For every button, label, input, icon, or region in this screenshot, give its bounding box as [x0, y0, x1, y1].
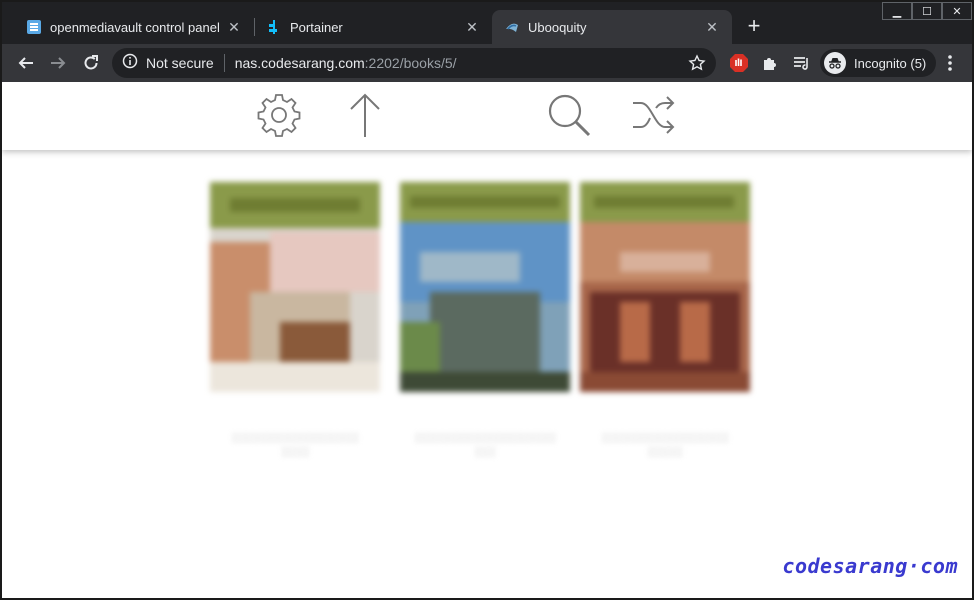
book-cover[interactable] — [400, 182, 570, 392]
book-caption: ░░░░░░░░░░░░░░░░░░░░ ░░░ — [414, 433, 556, 458]
book-item[interactable]: ░░░░░░░░░░░░░░░░░░ ░░░░░ — [580, 182, 750, 460]
address-bar[interactable]: Not secure nas.codesarang.com:2202/books… — [112, 48, 716, 78]
maximize-icon[interactable]: ☐ — [912, 2, 942, 20]
forward-arrow-icon[interactable] — [46, 51, 70, 75]
tab-title: openmediavault control panel - — [50, 19, 220, 35]
book-caption: ░░░░░░░░░░░░░░░░░░ ░░░░ — [231, 433, 359, 458]
page-content: ░░░░░░░░░░░░░░░░░░ ░░░░ ░░░░░░░░░░░░░░░░… — [2, 82, 972, 598]
tab-title: Portainer — [290, 19, 343, 35]
settings-gear-icon[interactable] — [254, 90, 304, 140]
new-tab-button[interactable]: + — [742, 15, 766, 39]
tab-strip: openmediavault control panel - ✕ Portain… — [2, 2, 972, 44]
tab-title: Ubooquity — [528, 19, 587, 35]
app-header — [2, 82, 972, 150]
up-arrow-icon[interactable] — [340, 90, 390, 140]
close-tab-icon[interactable]: ✕ — [704, 19, 720, 35]
shuffle-icon[interactable] — [628, 90, 678, 140]
window-controls: ▁ ☐ ✕ — [882, 2, 972, 20]
book-caption: ░░░░░░░░░░░░░░░░░░ ░░░░░ — [601, 433, 729, 458]
info-icon[interactable] — [122, 53, 138, 74]
media-queue-icon[interactable] — [790, 51, 814, 75]
incognito-profile-button[interactable]: Incognito (5) — [820, 49, 937, 77]
tab-openmediavault[interactable]: openmediavault control panel - ✕ — [14, 10, 254, 44]
incognito-icon — [824, 52, 846, 74]
minimize-icon[interactable]: ▁ — [882, 2, 912, 20]
url-path: :2202/books/5/ — [364, 55, 457, 71]
portainer-icon — [266, 19, 282, 35]
close-tab-icon[interactable]: ✕ — [226, 19, 242, 35]
search-icon[interactable] — [544, 90, 594, 140]
back-arrow-icon[interactable] — [14, 51, 38, 75]
ubooquity-icon — [504, 19, 520, 35]
omv-icon — [26, 19, 42, 35]
menu-kebab-icon[interactable] — [938, 51, 962, 75]
browser-toolbar: Not secure nas.codesarang.com:2202/books… — [2, 44, 972, 82]
book-cover[interactable] — [210, 182, 380, 392]
profile-label: Incognito (5) — [854, 55, 927, 71]
watermark-text: codesarang·com — [782, 554, 958, 578]
browser-window: openmediavault control panel - ✕ Portain… — [0, 0, 974, 600]
book-item[interactable]: ░░░░░░░░░░░░░░░░░░░░ ░░░ — [400, 182, 570, 460]
security-label: Not secure — [146, 55, 214, 71]
book-cover[interactable] — [580, 182, 750, 392]
bookmark-star-icon[interactable] — [688, 54, 706, 77]
omnibox-divider — [223, 54, 225, 72]
tab-portainer[interactable]: Portainer ✕ — [254, 10, 492, 44]
tab-ubooquity[interactable]: Ubooquity ✕ — [492, 10, 732, 44]
close-window-icon[interactable]: ✕ — [942, 2, 972, 20]
reload-icon[interactable] — [79, 51, 103, 75]
extensions-puzzle-icon[interactable] — [758, 51, 782, 75]
adblock-extension-icon[interactable] — [727, 51, 751, 75]
close-tab-icon[interactable]: ✕ — [464, 19, 480, 35]
book-item[interactable]: ░░░░░░░░░░░░░░░░░░ ░░░░ — [210, 182, 380, 460]
url-host: nas.codesarang.com — [234, 55, 365, 71]
